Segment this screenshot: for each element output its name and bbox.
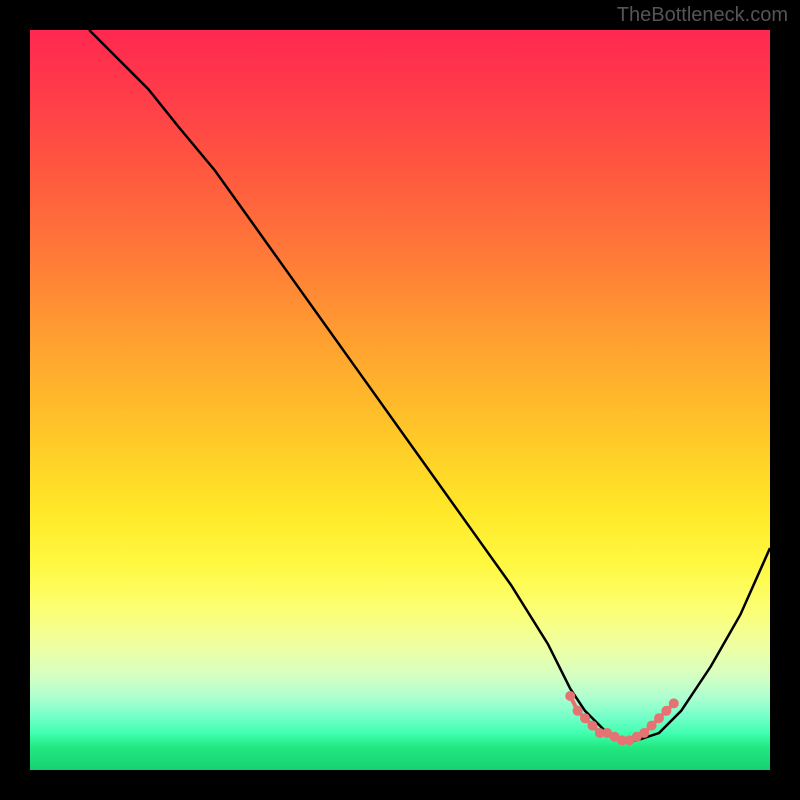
chart-plot-area [30,30,770,770]
watermark-text: TheBottleneck.com [617,4,788,27]
chart-svg [30,30,770,770]
bottleneck-curve-line [89,30,770,740]
